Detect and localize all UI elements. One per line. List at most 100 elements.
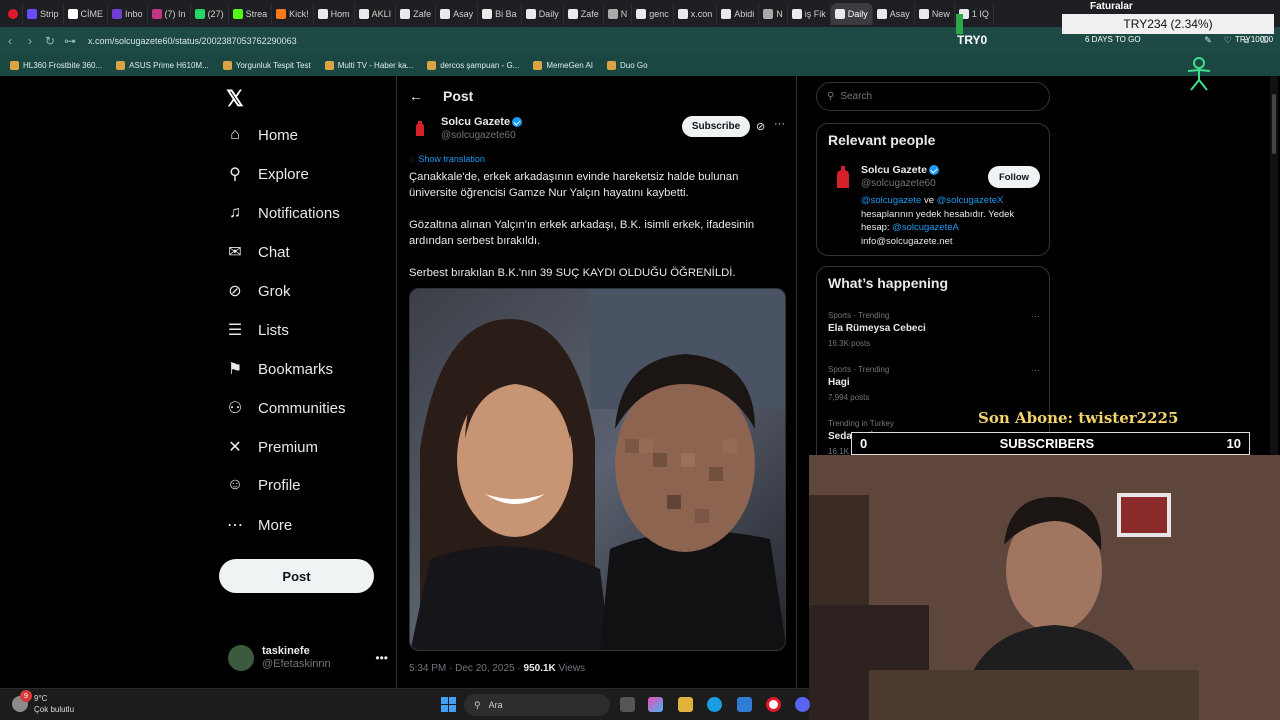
sidebar-item-grok[interactable]: ⊘ Grok <box>226 282 290 301</box>
edit-icon[interactable]: ✎ <box>1204 35 1212 46</box>
bookmark-icon <box>116 60 126 70</box>
solcu-gazete-logo-icon[interactable] <box>834 166 852 188</box>
post-timestamp[interactable]: 5:34 PM · Dec 20, 2025 · <box>409 663 524 674</box>
bookmark-item[interactable]: Duo Go <box>607 60 648 70</box>
grok-icon[interactable]: ⊘ <box>756 120 765 133</box>
browser-tab[interactable]: N <box>759 2 788 25</box>
x-logo-icon[interactable]: 𝕏 <box>226 86 244 112</box>
file-explorer-icon[interactable] <box>678 697 693 712</box>
reload-icon[interactable]: ↻ <box>40 34 60 48</box>
browser-tab[interactable]: (7) In <box>148 2 191 25</box>
sidebar-item-premium[interactable]: ✕ Premium <box>226 438 318 457</box>
tab-label: Strip <box>40 8 59 19</box>
bookmark-item[interactable]: dercos şampuan - G... <box>427 60 519 70</box>
weather-widget[interactable]: 9 9°C Çok bulutlu <box>12 690 74 715</box>
sidebar-item-profile[interactable]: ☺ Profile <box>226 476 301 494</box>
bookmark-item[interactable]: Yorgunluk Tespit Test <box>222 60 311 70</box>
sidebar-item-chat[interactable]: ✉ Chat <box>226 243 289 262</box>
site-info-icon[interactable]: ⊶ <box>60 34 80 48</box>
tab-label: AKLI <box>371 8 392 19</box>
bio-link[interactable]: @solcugazete <box>861 195 921 206</box>
relevant-handle[interactable]: @solcugazete60 <box>861 178 936 189</box>
browser-tab[interactable]: Inbo <box>108 2 148 25</box>
browser-tab[interactable]: Hom <box>314 2 355 25</box>
browser-tab[interactable]: Daily <box>522 2 564 25</box>
browser-tab[interactable]: iş Fik <box>788 2 831 25</box>
browser-tab[interactable]: x.con <box>674 2 718 25</box>
browser-tab[interactable]: Strip <box>23 2 64 25</box>
windows-start-icon[interactable] <box>441 697 456 712</box>
sidebar-item-label: More <box>258 516 293 534</box>
tab-favicon-icon <box>763 8 774 19</box>
tab-label: (7) In <box>164 8 186 19</box>
search-icon: ⚲ <box>474 699 481 710</box>
browser-tab[interactable]: Abidi <box>717 2 760 25</box>
sidebar-item-explore[interactable]: ⚲ Explore <box>226 165 309 184</box>
search-input[interactable]: ⚲ Search <box>816 82 1050 111</box>
trend-title: Ela Rümeysa Cebeci <box>828 323 926 334</box>
sidebar-item-home[interactable]: ⌂ Home <box>226 126 298 144</box>
sidebar-item-lists[interactable]: ☰ Lists <box>226 321 289 340</box>
sidebar-item-notifications[interactable]: ♫ Notifications <box>226 204 340 222</box>
more-dots-icon[interactable]: ··· <box>1031 311 1040 321</box>
tweet-photo[interactable] <box>409 288 786 651</box>
browser-tab[interactable]: Bi Ba <box>478 2 522 25</box>
tab-favicon-icon <box>677 8 688 19</box>
store-icon[interactable] <box>737 697 752 712</box>
sidebar-item-communities[interactable]: ⚇ Communities <box>226 399 346 418</box>
bookmark-item[interactable]: MemeGen AI <box>533 60 593 70</box>
taskbar-search[interactable]: ⚲ Ara <box>464 694 610 716</box>
url-field[interactable]: x.com/solcugazete60/status/2002387053762… <box>88 36 1204 46</box>
more-dots-icon[interactable]: ··· <box>774 118 785 130</box>
back-icon[interactable]: ‹ <box>0 34 20 48</box>
account-switcher[interactable]: taskinefe @Efetaskinnn ••• <box>228 642 388 674</box>
bookmark-item[interactable]: Multi TV - Haber ka... <box>324 60 413 70</box>
browser-tab[interactable]: N <box>604 2 633 25</box>
show-translation-link[interactable]: ◌ Show translation <box>409 154 485 164</box>
bookmark-item[interactable]: HL360 Frostbite 360... <box>10 60 102 70</box>
browser-tab[interactable]: Daily <box>830 2 873 25</box>
bio-link[interactable]: @solcugazeteA <box>892 222 959 233</box>
browser-tab[interactable]: CİME <box>64 2 109 25</box>
solcu-gazete-logo-icon[interactable] <box>409 118 431 140</box>
browser-tab[interactable]: New <box>915 2 955 25</box>
more-dots-icon[interactable]: ••• <box>375 651 388 665</box>
author-handle[interactable]: @solcugazete60 <box>441 130 516 141</box>
trend-item[interactable]: Sports · Trending Hagi 7,994 posts ··· <box>828 365 1040 402</box>
browser-tab[interactable]: Asay <box>873 2 915 25</box>
opera-icon[interactable] <box>766 697 781 712</box>
browser-tab[interactable]: Strea <box>229 2 273 25</box>
bio-link[interactable]: @solcugazeteX <box>937 195 1004 206</box>
photo-illustration <box>410 289 785 650</box>
browser-tab[interactable]: Asay <box>436 2 479 25</box>
subscribe-button[interactable]: Subscribe <box>682 116 750 137</box>
people-icon: ⚇ <box>227 400 243 417</box>
discord-icon[interactable] <box>795 697 810 712</box>
browser-tab[interactable]: Kick! <box>272 2 314 25</box>
follow-button[interactable]: Follow <box>988 166 1040 188</box>
post-button[interactable]: Post <box>219 559 374 593</box>
author-name[interactable]: Solcu Gazete <box>441 116 510 128</box>
opera-menu-icon[interactable] <box>4 2 23 25</box>
person-icon: ☺ <box>226 476 244 493</box>
bookmark-item[interactable]: ASUS Prime H610M... <box>116 60 209 70</box>
back-arrow-icon[interactable]: ← <box>409 88 423 104</box>
copilot-icon[interactable] <box>648 697 663 712</box>
trend-item[interactable]: Sports · Trending Ela Rümeysa Cebeci 16.3K… <box>828 311 1040 348</box>
more-dots-icon[interactable]: ··· <box>1031 365 1040 375</box>
search-icon: ⚲ <box>229 166 241 183</box>
sidebar-item-bookmarks[interactable]: ⚑ Bookmarks <box>226 360 333 379</box>
browser-tab[interactable]: (27) <box>191 2 229 25</box>
browser-tab[interactable]: genc <box>632 2 674 25</box>
sidebar-item-more[interactable]: ⋯ More <box>226 516 293 535</box>
sidebar-item-label: Explore <box>258 165 309 183</box>
task-view-icon[interactable] <box>620 697 635 712</box>
browser-tab[interactable]: Zafe <box>564 2 604 25</box>
forward-icon[interactable]: › <box>20 34 40 48</box>
browser-tab[interactable]: AKLI <box>355 2 397 25</box>
heart-icon[interactable]: ♡ <box>1224 35 1232 46</box>
edge-icon[interactable] <box>707 697 722 712</box>
browser-tab[interactable]: Zafe <box>396 2 437 25</box>
relevant-name[interactable]: Solcu Gazete <box>861 164 927 176</box>
tab-label: Kick! <box>289 8 309 19</box>
